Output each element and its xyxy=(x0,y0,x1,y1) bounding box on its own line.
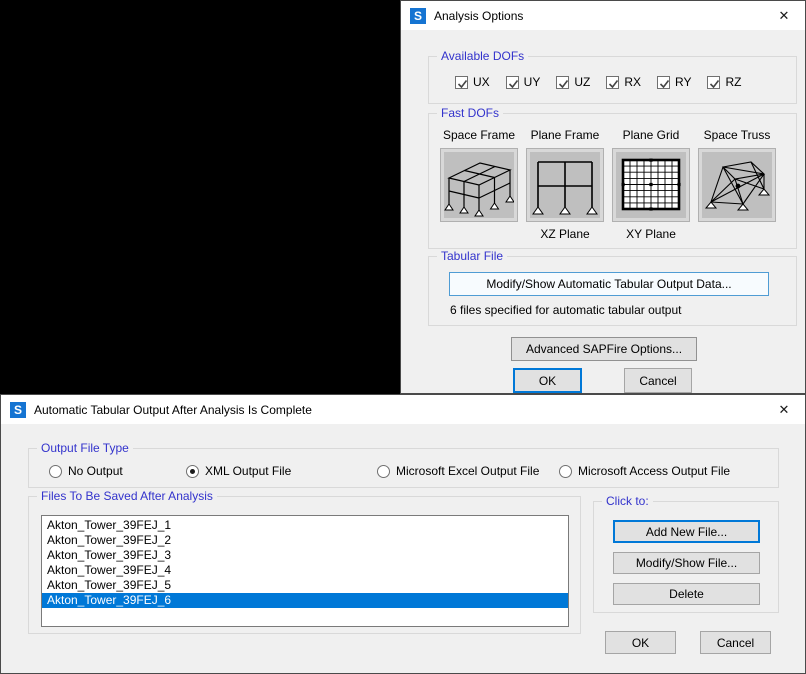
checkbox-ux[interactable]: UX xyxy=(455,75,490,89)
plane-frame-label: Plane Frame xyxy=(524,128,606,146)
plane-grid-button[interactable] xyxy=(612,148,690,222)
checkbox-label: RX xyxy=(624,75,641,89)
fast-dofs-group: Fast DOFs Space Frame xyxy=(428,113,797,249)
add-new-file-button[interactable]: Add New File... xyxy=(613,520,760,543)
checkbox-checked-icon xyxy=(657,76,670,89)
output-file-type-group: Output File Type No Output XML Output Fi… xyxy=(28,448,779,488)
checkbox-rx[interactable]: RX xyxy=(606,75,641,89)
list-item-selected[interactable]: Akton_Tower_39FEJ_6 xyxy=(42,593,568,608)
sap2000-app-icon: S xyxy=(10,402,26,418)
checkbox-checked-icon xyxy=(506,76,519,89)
radio-label: XML Output File xyxy=(205,464,291,478)
cancel-button[interactable]: Cancel xyxy=(700,631,771,654)
plane-frame-image xyxy=(530,152,600,218)
close-icon[interactable]: ✕ xyxy=(773,395,795,424)
dof-checkbox-row: UX UY UZ RX RY RZ xyxy=(455,75,741,89)
list-item[interactable]: Akton_Tower_39FEJ_1 xyxy=(42,518,568,533)
analysis-options-dialog: S Analysis Options ✕ Available DOFs UX U… xyxy=(400,0,806,394)
checkbox-label: UY xyxy=(524,75,541,89)
checkbox-checked-icon xyxy=(606,76,619,89)
available-dofs-group: Available DOFs UX UY UZ RX RY xyxy=(428,56,797,104)
advanced-sapfire-options-button[interactable]: Advanced SAPFire Options... xyxy=(511,337,697,361)
plane-frame-sublabel: XZ Plane xyxy=(524,227,606,241)
automatic-tabular-output-dialog: S Automatic Tabular Output After Analysi… xyxy=(0,394,806,674)
radio-label: No Output xyxy=(68,464,123,478)
files-to-be-saved-label: Files To Be Saved After Analysis xyxy=(37,489,217,504)
radio-unselected-icon xyxy=(559,465,572,478)
checkbox-checked-icon xyxy=(455,76,468,89)
dialog-title: Analysis Options xyxy=(434,9,523,23)
sap2000-app-icon: S xyxy=(410,8,426,24)
modify-show-file-button[interactable]: Modify/Show File... xyxy=(613,552,760,574)
space-frame-label: Space Frame xyxy=(438,128,520,146)
dialog-title: Automatic Tabular Output After Analysis … xyxy=(34,403,312,417)
plane-frame-button[interactable] xyxy=(526,148,604,222)
space-truss-image xyxy=(702,152,772,218)
tabular-output-status-text: 6 files specified for automatic tabular … xyxy=(450,303,681,317)
radio-selected-icon xyxy=(186,465,199,478)
plane-grid-label: Plane Grid xyxy=(610,128,692,146)
tabular-file-label: Tabular File xyxy=(437,249,507,264)
checkbox-label: UZ xyxy=(574,75,590,89)
checkbox-label: UX xyxy=(473,75,490,89)
checkbox-checked-icon xyxy=(556,76,569,89)
radio-microsoft-access-output-file[interactable]: Microsoft Access Output File xyxy=(559,464,730,478)
list-item[interactable]: Akton_Tower_39FEJ_4 xyxy=(42,563,568,578)
cancel-button[interactable]: Cancel xyxy=(624,368,692,393)
available-dofs-label: Available DOFs xyxy=(437,49,528,64)
space-frame-button[interactable] xyxy=(440,148,518,222)
list-item[interactable]: Akton_Tower_39FEJ_3 xyxy=(42,548,568,563)
list-item[interactable]: Akton_Tower_39FEJ_5 xyxy=(42,578,568,593)
checkbox-uz[interactable]: UZ xyxy=(556,75,590,89)
checkbox-uy[interactable]: UY xyxy=(506,75,541,89)
checkbox-ry[interactable]: RY xyxy=(657,75,691,89)
tabular-output-titlebar[interactable]: S Automatic Tabular Output After Analysi… xyxy=(1,395,805,424)
fast-dofs-label: Fast DOFs xyxy=(437,106,503,121)
files-to-be-saved-group: Files To Be Saved After Analysis Akton_T… xyxy=(28,496,581,634)
close-icon[interactable]: ✕ xyxy=(773,1,795,30)
click-to-group: Click to: Add New File... Modify/Show Fi… xyxy=(593,501,779,613)
checkbox-label: RZ xyxy=(725,75,741,89)
radio-no-output[interactable]: No Output xyxy=(49,464,123,478)
checkbox-label: RY xyxy=(675,75,691,89)
radio-unselected-icon xyxy=(377,465,390,478)
space-frame-image xyxy=(444,152,514,218)
radio-xml-output-file[interactable]: XML Output File xyxy=(186,464,291,478)
analysis-options-titlebar[interactable]: S Analysis Options ✕ xyxy=(401,1,805,30)
ok-button[interactable]: OK xyxy=(605,631,676,654)
fast-dof-space-truss-col: Space Truss xyxy=(696,128,778,227)
fast-dof-space-frame-col: Space Frame xyxy=(438,128,520,227)
tabular-file-group: Tabular File Modify/Show Automatic Tabul… xyxy=(428,256,797,326)
radio-label: Microsoft Access Output File xyxy=(578,464,730,478)
radio-unselected-icon xyxy=(49,465,62,478)
modify-show-tabular-output-button[interactable]: Modify/Show Automatic Tabular Output Dat… xyxy=(449,272,769,296)
radio-label: Microsoft Excel Output File xyxy=(396,464,539,478)
checkbox-rz[interactable]: RZ xyxy=(707,75,741,89)
output-file-type-label: Output File Type xyxy=(37,441,133,456)
plane-grid-sublabel: XY Plane xyxy=(610,227,692,241)
checkbox-checked-icon xyxy=(707,76,720,89)
plane-grid-image xyxy=(616,152,686,218)
space-truss-button[interactable] xyxy=(698,148,776,222)
ok-button[interactable]: OK xyxy=(513,368,582,393)
files-listbox[interactable]: Akton_Tower_39FEJ_1 Akton_Tower_39FEJ_2 … xyxy=(41,515,569,627)
fast-dof-plane-grid-col: Plane Grid xyxy=(610,128,692,241)
space-truss-label: Space Truss xyxy=(696,128,778,146)
radio-microsoft-excel-output-file[interactable]: Microsoft Excel Output File xyxy=(377,464,539,478)
fast-dof-plane-frame-col: Plane Frame XZ Plane xyxy=(524,128,606,241)
click-to-label: Click to: xyxy=(602,494,653,509)
delete-button[interactable]: Delete xyxy=(613,583,760,605)
list-item[interactable]: Akton_Tower_39FEJ_2 xyxy=(42,533,568,548)
